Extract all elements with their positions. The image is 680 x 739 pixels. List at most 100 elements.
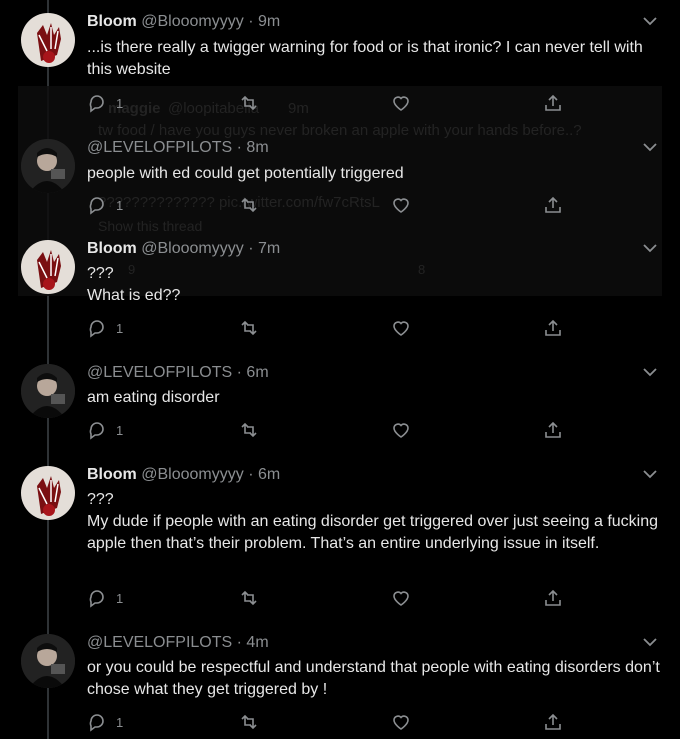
chevron-down-icon[interactable] bbox=[642, 141, 658, 153]
share-icon bbox=[545, 196, 561, 213]
tweet-actions: 1 bbox=[87, 195, 567, 219]
reply-icon bbox=[89, 95, 104, 113]
heart-icon bbox=[393, 96, 409, 111]
reply-count: 1 bbox=[116, 320, 124, 336]
retweet-icon bbox=[241, 95, 257, 111]
reply-button[interactable]: 1 bbox=[87, 195, 123, 215]
reply-button[interactable]: 1 bbox=[87, 318, 123, 338]
chevron-down-icon[interactable] bbox=[642, 242, 658, 254]
reply-count: 1 bbox=[116, 714, 124, 730]
reply-button[interactable]: 1 bbox=[87, 588, 123, 608]
timestamp[interactable]: 4m bbox=[246, 634, 268, 651]
share-button[interactable] bbox=[543, 588, 563, 608]
tweet-text-line: My dude if people with an eating disorde… bbox=[87, 513, 659, 552]
tweet-header: @LEVELOFPILOTS · 4m bbox=[87, 634, 269, 652]
separator: · bbox=[248, 13, 254, 30]
heart-icon bbox=[393, 321, 409, 336]
share-button[interactable] bbox=[543, 420, 563, 440]
tweet-text-line: ??? bbox=[87, 491, 114, 508]
tweet-text-line: What is ed?? bbox=[87, 287, 181, 304]
like-button[interactable] bbox=[391, 93, 411, 113]
tweet-actions: 1 bbox=[87, 420, 567, 444]
like-button[interactable] bbox=[391, 420, 411, 440]
timestamp[interactable]: 8m bbox=[246, 139, 268, 156]
tweet-text: or you could be respectful and understan… bbox=[87, 657, 662, 701]
timestamp[interactable]: 6m bbox=[258, 466, 280, 483]
handle[interactable]: @Blooomyyyy bbox=[141, 240, 244, 257]
like-button[interactable] bbox=[391, 588, 411, 608]
separator: · bbox=[248, 240, 254, 257]
display-name[interactable]: Bloom bbox=[87, 240, 137, 257]
separator: · bbox=[248, 466, 254, 483]
timestamp[interactable]: 6m bbox=[246, 364, 268, 381]
share-button[interactable] bbox=[543, 318, 563, 338]
tweet-text: ??? What is ed?? bbox=[87, 263, 662, 307]
retweet-icon bbox=[241, 320, 257, 336]
reply-count: 1 bbox=[116, 95, 124, 111]
ghost-show-thread: Show this thread bbox=[98, 218, 203, 234]
reply-icon bbox=[89, 422, 104, 440]
chevron-down-icon[interactable] bbox=[642, 15, 658, 27]
tweet-text-line: or you could be respectful and understan… bbox=[87, 659, 660, 698]
handle[interactable]: @LEVELOFPILOTS bbox=[87, 634, 232, 651]
handle[interactable]: @LEVELOFPILOTS bbox=[87, 364, 232, 381]
tweet-header: @LEVELOFPILOTS · 6m bbox=[87, 364, 269, 382]
handle[interactable]: @Blooomyyyy bbox=[141, 13, 244, 30]
chevron-down-icon[interactable] bbox=[642, 636, 658, 648]
handle[interactable]: @LEVELOFPILOTS bbox=[87, 139, 232, 156]
retweet-button[interactable] bbox=[239, 195, 259, 215]
avatar[interactable] bbox=[21, 240, 75, 294]
tweet-header: Bloom @Blooomyyyy · 9m bbox=[87, 13, 280, 31]
chevron-down-icon[interactable] bbox=[642, 468, 658, 480]
retweet-icon bbox=[241, 197, 257, 213]
heart-icon bbox=[393, 715, 409, 730]
reply-button[interactable]: 1 bbox=[87, 712, 123, 732]
reply-count: 1 bbox=[116, 590, 124, 606]
retweet-button[interactable] bbox=[239, 420, 259, 440]
avatar[interactable] bbox=[21, 139, 75, 193]
share-button[interactable] bbox=[543, 195, 563, 215]
retweet-icon bbox=[241, 422, 257, 438]
tweet-text-line: people with ed could get potentially tri… bbox=[87, 165, 404, 182]
retweet-icon bbox=[241, 590, 257, 606]
display-name[interactable]: Bloom bbox=[87, 13, 137, 30]
like-button[interactable] bbox=[391, 712, 411, 732]
reply-count: 1 bbox=[116, 197, 124, 213]
reply-icon bbox=[89, 320, 104, 338]
tweet-actions: 1 bbox=[87, 588, 567, 612]
chevron-down-icon[interactable] bbox=[642, 366, 658, 378]
tweet-text: people with ed could get potentially tri… bbox=[87, 163, 662, 185]
retweet-button[interactable] bbox=[239, 588, 259, 608]
avatar[interactable] bbox=[21, 634, 75, 688]
share-button[interactable] bbox=[543, 93, 563, 113]
separator: · bbox=[236, 139, 242, 156]
heart-icon bbox=[393, 591, 409, 606]
handle[interactable]: @Blooomyyyy bbox=[141, 466, 244, 483]
retweet-button[interactable] bbox=[239, 93, 259, 113]
reply-count: 1 bbox=[116, 422, 124, 438]
reply-icon bbox=[89, 590, 104, 608]
tweet-text: ??? My dude if people with an eating dis… bbox=[87, 489, 662, 555]
tweet-actions: 1 bbox=[87, 318, 567, 342]
reply-button[interactable]: 1 bbox=[87, 93, 123, 113]
heart-icon bbox=[393, 198, 409, 213]
retweet-button[interactable] bbox=[239, 712, 259, 732]
tweet-text-line: am eating disorder bbox=[87, 389, 220, 406]
display-name[interactable]: Bloom bbox=[87, 466, 137, 483]
timestamp[interactable]: 7m bbox=[258, 240, 280, 257]
timestamp[interactable]: 9m bbox=[258, 13, 280, 30]
separator: · bbox=[236, 364, 242, 381]
share-icon bbox=[545, 94, 561, 111]
share-button[interactable] bbox=[543, 712, 563, 732]
avatar[interactable] bbox=[21, 13, 75, 67]
reply-icon bbox=[89, 197, 104, 215]
heart-icon bbox=[393, 423, 409, 438]
like-button[interactable] bbox=[391, 318, 411, 338]
reply-button[interactable]: 1 bbox=[87, 420, 123, 440]
like-button[interactable] bbox=[391, 195, 411, 215]
avatar[interactable] bbox=[21, 364, 75, 418]
avatar[interactable] bbox=[21, 466, 75, 520]
retweet-button[interactable] bbox=[239, 318, 259, 338]
separator: · bbox=[236, 634, 242, 651]
tweet-header: Bloom @Blooomyyyy · 6m bbox=[87, 466, 280, 484]
